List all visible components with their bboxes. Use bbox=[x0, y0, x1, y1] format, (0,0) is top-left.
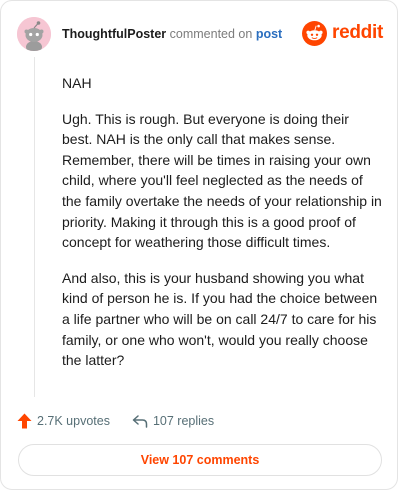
upvote-button[interactable]: 2.7K upvotes bbox=[17, 413, 110, 429]
reply-count: 107 replies bbox=[152, 414, 215, 428]
comment-paragraph: NAH bbox=[62, 75, 92, 91]
comment-header: ThoughtfulPoster commented on post reddi… bbox=[17, 17, 383, 53]
view-comments-button[interactable]: View 107 comments bbox=[18, 444, 382, 476]
snoo-avatar-icon bbox=[17, 17, 51, 51]
reply-button[interactable]: 107 replies bbox=[132, 414, 214, 428]
reddit-snoo-icon bbox=[302, 20, 328, 46]
comment-body: NAH Ugh. This is rough. But everyone is … bbox=[62, 73, 382, 386]
reddit-logo: reddit bbox=[302, 19, 383, 47]
comment-byline: ThoughtfulPoster commented on post bbox=[62, 27, 282, 41]
upvote-count: 2.7K upvotes bbox=[37, 414, 110, 428]
comment-actions: 2.7K upvotes 107 replies bbox=[17, 411, 236, 431]
upvote-arrow-icon bbox=[17, 413, 32, 429]
username-link[interactable]: ThoughtfulPoster bbox=[62, 27, 166, 41]
comment-paragraph: Ugh. This is rough. But everyone is doin… bbox=[62, 110, 382, 251]
comment-paragraph: And also, this is your husband showing y… bbox=[62, 269, 378, 369]
action-text: commented on bbox=[169, 27, 253, 41]
reddit-wordmark: reddit bbox=[332, 22, 383, 43]
comment-card: ThoughtfulPoster commented on post reddi… bbox=[0, 0, 398, 490]
thread-line[interactable] bbox=[34, 57, 35, 397]
post-link[interactable]: post bbox=[256, 27, 282, 41]
avatar[interactable] bbox=[17, 17, 51, 51]
reply-arrow-icon bbox=[132, 414, 148, 428]
